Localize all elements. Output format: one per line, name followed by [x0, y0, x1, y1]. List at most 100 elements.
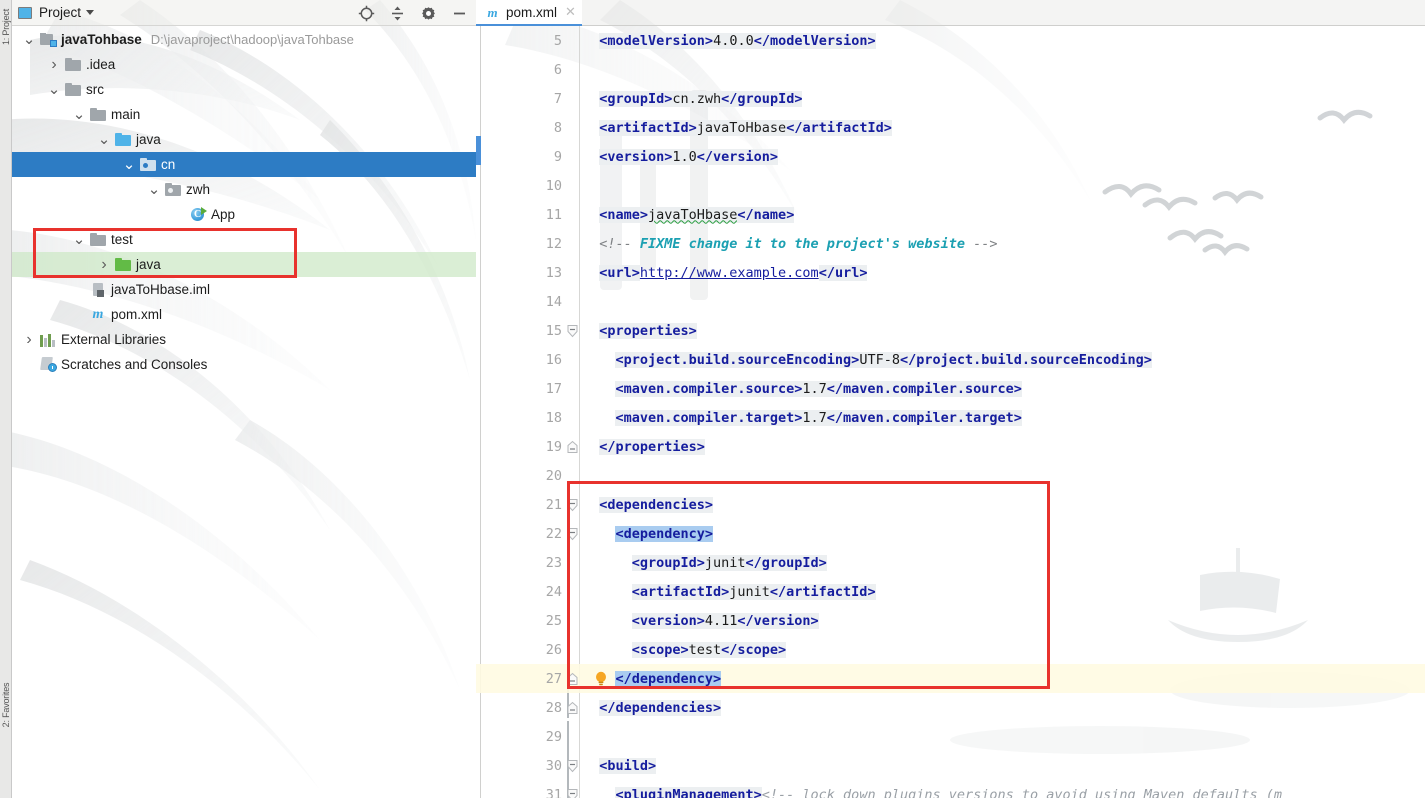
tree-item-cn[interactable]: ⌄ cn	[12, 152, 476, 177]
chevron-right-icon[interactable]: ›	[95, 256, 113, 274]
maven-pom-icon: m	[487, 4, 498, 20]
folder-grey-icon	[63, 83, 83, 96]
fold-collapse-icon[interactable]	[566, 788, 579, 798]
chevron-down-icon[interactable]: ⌄	[95, 132, 113, 147]
code-line-text: <groupId>junit</groupId>	[631, 554, 827, 571]
tree-item-javatohbase[interactable]: ⌄ javaTohbase D:\javaproject\hadoop\javaTo…	[12, 27, 476, 52]
code-line-10[interactable]: 10	[476, 171, 1425, 200]
close-icon[interactable]: ✕	[565, 4, 576, 20]
fold-end-icon[interactable]	[566, 701, 579, 714]
tree-item-javatohbase-iml[interactable]: javaToHbase.iml	[12, 277, 476, 302]
chevron-right-icon[interactable]: ›	[45, 56, 63, 74]
fold-collapse-icon[interactable]	[566, 498, 579, 511]
fold-collapse-icon[interactable]	[566, 324, 579, 337]
gear-icon[interactable]	[420, 5, 437, 22]
code-line-19[interactable]: 19 </properties>	[476, 432, 1425, 461]
tree-item-java[interactable]: › java	[12, 252, 476, 277]
code-line-14[interactable]: 14	[476, 287, 1425, 316]
line-number: 18	[545, 409, 562, 426]
code-line-31[interactable]: 31 <pluginManagement><!-- lock down plugi…	[476, 780, 1425, 798]
chevron-down-icon[interactable]: ⌄	[20, 32, 38, 47]
project-tool-window: Project ⌄ javaTohbase D:\javaproject\had…	[12, 0, 476, 798]
code-viewport[interactable]: 5 <modelVersion>4.0.0</modelVersion> 6 7 <gr…	[476, 26, 1425, 798]
tool-window-strip: 1: Project 2: Favorites	[0, 0, 12, 798]
tree-item-zwh[interactable]: ⌄ zwh	[12, 177, 476, 202]
code-line-24[interactable]: 24 <artifactId>junit</artifactId>	[476, 577, 1425, 606]
minimize-icon[interactable]	[451, 5, 468, 22]
chevron-down-icon[interactable]	[86, 10, 95, 15]
fold-end-icon[interactable]	[566, 672, 579, 685]
code-line-text: <pluginManagement><!-- lock down plugins…	[615, 786, 1282, 798]
code-line-9[interactable]: 9 <version>1.0</version>	[476, 142, 1425, 171]
tool-tab-favorites[interactable]: 2: Favorites	[1, 677, 11, 733]
line-number: 25	[545, 612, 562, 629]
line-number: 15	[545, 322, 562, 339]
code-line-13[interactable]: 13 <url>http://www.example.com</url>	[476, 258, 1425, 287]
line-number: 13	[545, 264, 562, 281]
tree-item-label: java	[136, 257, 161, 272]
tree-item-src[interactable]: ⌄ src	[12, 77, 476, 102]
chevron-down-icon[interactable]: ⌄	[45, 82, 63, 97]
tree-item-external-libraries[interactable]: › External Libraries	[12, 327, 476, 352]
tree-item-java[interactable]: ⌄ java	[12, 127, 476, 152]
code-line-8[interactable]: 8 <artifactId>javaToHbase</artifactId>	[476, 113, 1425, 142]
code-line-23[interactable]: 23 <groupId>junit</groupId>	[476, 548, 1425, 577]
code-line-6[interactable]: 6	[476, 55, 1425, 84]
editor-tab-pom-xml[interactable]: m pom.xml ✕	[476, 0, 582, 26]
code-line-30[interactable]: 30 <build>	[476, 751, 1425, 780]
code-line-15[interactable]: 15 <properties>	[476, 316, 1425, 345]
code-line-5[interactable]: 5 <modelVersion>4.0.0</modelVersion>	[476, 26, 1425, 55]
code-line-27[interactable]: 27 </dependency>	[476, 664, 1425, 693]
code-line-18[interactable]: 18 <maven.compiler.target>1.7</maven.comp…	[476, 403, 1425, 432]
chevron-down-icon[interactable]: ⌄	[70, 107, 88, 122]
code-line-25[interactable]: 25 <version>4.11</version>	[476, 606, 1425, 635]
intention-bulb-icon[interactable]	[594, 671, 608, 687]
tree-item-test[interactable]: ⌄ test	[12, 227, 476, 252]
chevron-down-icon[interactable]: ⌄	[70, 232, 88, 247]
fold-end-icon[interactable]	[566, 440, 579, 453]
tree-item-label: javaTohbase	[61, 32, 142, 47]
tree-item-label: main	[111, 107, 141, 122]
code-line-11[interactable]: 11 <name>javaToHbase</name>	[476, 200, 1425, 229]
code-line-text: <artifactId>junit</artifactId>	[631, 583, 876, 600]
locate-file-icon[interactable]	[358, 5, 375, 22]
code-line-28[interactable]: 28 </dependencies>	[476, 693, 1425, 722]
code-line-7[interactable]: 7 <groupId>cn.zwh</groupId>	[476, 84, 1425, 113]
code-line-text: <dependency>	[615, 525, 714, 542]
fold-collapse-icon[interactable]	[566, 527, 579, 540]
tree-item-label: javaToHbase.iml	[111, 282, 211, 297]
code-line-26[interactable]: 26 <scope>test</scope>	[476, 635, 1425, 664]
editor-tab-bar: m pom.xml ✕	[476, 0, 1425, 26]
tree-item-idea[interactable]: › .idea	[12, 52, 476, 77]
scratches-icon	[38, 357, 58, 372]
line-number: 6	[553, 61, 562, 78]
package-folder-icon	[163, 183, 183, 196]
code-line-22[interactable]: 22 <dependency>	[476, 519, 1425, 548]
code-line-16[interactable]: 16 <project.build.sourceEncoding>UTF-8</p…	[476, 345, 1425, 374]
project-panel-toolbar	[358, 0, 472, 26]
collapse-all-icon[interactable]	[389, 5, 406, 22]
chevron-down-icon[interactable]: ⌄	[120, 157, 138, 172]
tree-item-app[interactable]: C App	[12, 202, 476, 227]
code-line-text: <groupId>cn.zwh</groupId>	[599, 90, 803, 107]
code-line-text: <artifactId>javaToHbase</artifactId>	[599, 119, 892, 136]
code-line-12[interactable]: 12 <!-- FIXME change it to the project's …	[476, 229, 1425, 258]
code-line-text: </properties>	[599, 438, 705, 455]
line-number: 31	[545, 786, 562, 798]
tool-tab-project[interactable]: 1: Project	[1, 0, 11, 55]
tree-item-label: cn	[161, 157, 176, 172]
code-line-21[interactable]: 21 <dependencies>	[476, 490, 1425, 519]
tree-item-scratches-and-consoles[interactable]: Scratches and Consoles	[12, 352, 476, 377]
chevron-down-icon[interactable]: ⌄	[145, 182, 163, 197]
code-line-20[interactable]: 20	[476, 461, 1425, 490]
tree-item-pom-xml[interactable]: m pom.xml	[12, 302, 476, 327]
tree-item-main[interactable]: ⌄ main	[12, 102, 476, 127]
code-line-17[interactable]: 17 <maven.compiler.source>1.7</maven.comp…	[476, 374, 1425, 403]
line-number: 11	[545, 206, 562, 223]
code-line-29[interactable]: 29	[476, 722, 1425, 751]
fold-collapse-icon[interactable]	[566, 759, 579, 772]
code-line-text: <project.build.sourceEncoding>UTF-8</pro…	[615, 351, 1152, 368]
code-line-text: </dependencies>	[599, 699, 722, 716]
chevron-right-icon[interactable]: ›	[20, 331, 38, 349]
code-line-text: </dependency>	[615, 670, 722, 687]
